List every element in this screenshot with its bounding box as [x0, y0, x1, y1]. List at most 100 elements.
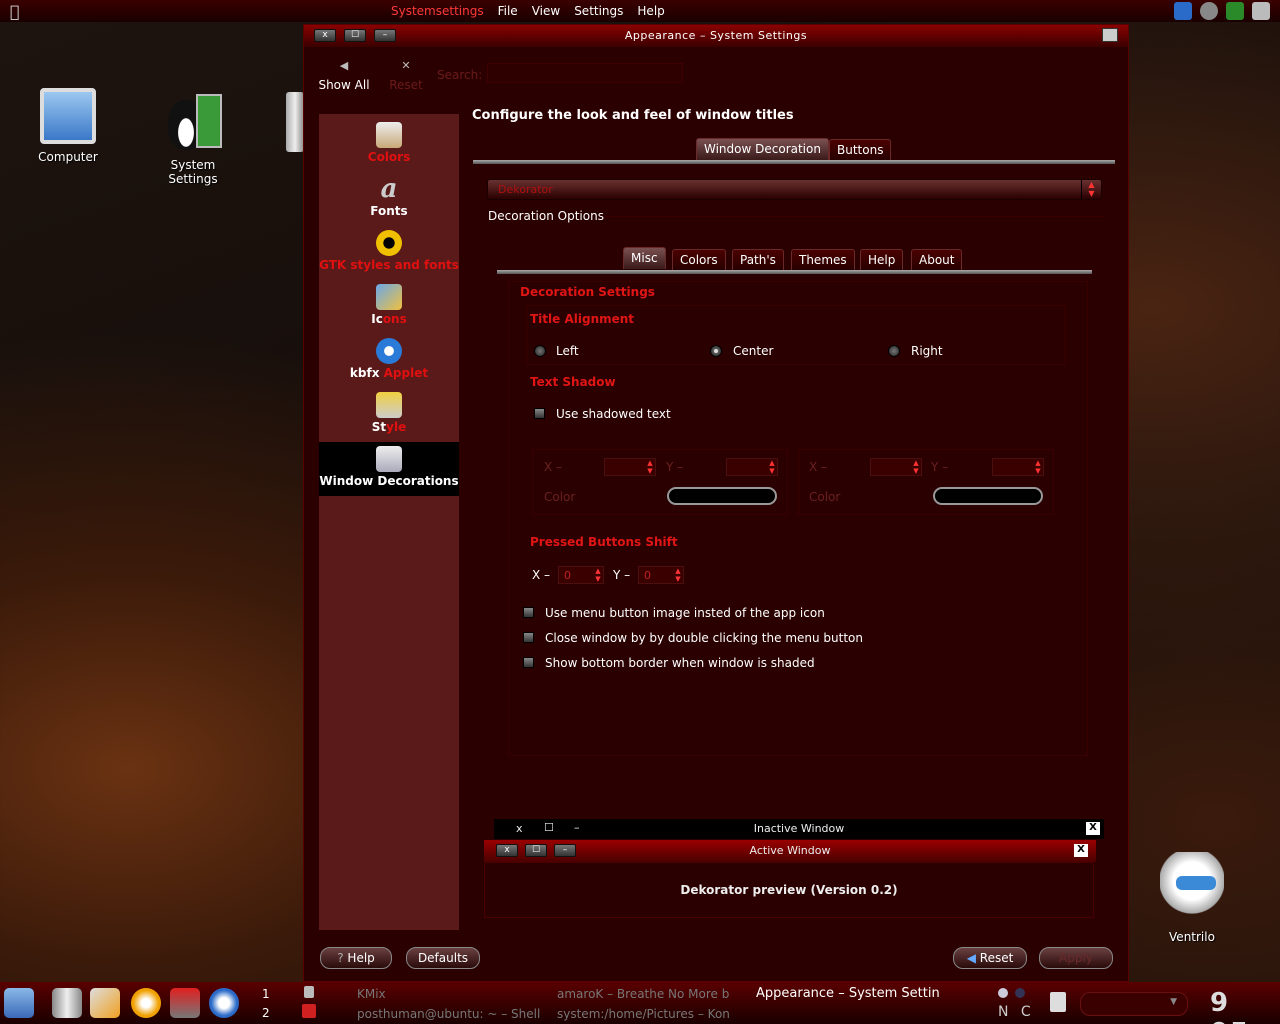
preview-active-window: x ☐ – Active Window X: [484, 840, 1096, 862]
desktop-2[interactable]: 2: [262, 1006, 270, 1020]
logout-icon[interactable]: [302, 1004, 316, 1018]
kbfx-gear-icon: [376, 338, 402, 364]
preview-active-close-icon: X: [1074, 844, 1088, 857]
desktop-icon-system-settings[interactable]: System Settings: [146, 90, 240, 186]
network-icon[interactable]: [1174, 2, 1192, 20]
desktop-icon-computer[interactable]: Computer: [28, 88, 108, 164]
option-menu-image-checkbox[interactable]: [523, 607, 534, 618]
help-button[interactable]: ? Help: [320, 947, 392, 969]
sidebar-label: Style: [319, 420, 459, 434]
subtab-paths[interactable]: Path's: [732, 249, 784, 271]
subtab-colors[interactable]: Colors: [672, 249, 726, 271]
subtab-about[interactable]: About: [911, 249, 963, 271]
tab-divider: [473, 160, 1115, 164]
lock-icon[interactable]: [304, 986, 314, 998]
konqueror-icon[interactable]: [209, 988, 239, 1018]
spinner-arrows-icon: ▲ ▼: [769, 459, 775, 475]
sidebar-label-a: St: [371, 420, 387, 434]
pressed-x-spin[interactable]: 0 ▲ ▼: [558, 566, 604, 584]
apply-button[interactable]: Apply: [1039, 947, 1113, 969]
menu-file[interactable]: File: [498, 4, 518, 18]
task-amarok[interactable]: amaroK – Breathe No More b: [557, 987, 729, 1001]
title-alignment-label: Title Alignment: [530, 312, 635, 326]
menu-app[interactable]: Systemsettings: [391, 4, 484, 18]
option-double-click-checkbox[interactable]: [523, 632, 534, 643]
show-all-button[interactable]: ◀ Show All: [318, 59, 370, 92]
trash-icon[interactable]: [286, 92, 304, 152]
help-icon: ?: [337, 951, 344, 965]
shadow-color2-button[interactable]: [933, 487, 1043, 505]
reset-toolbar-button[interactable]: ✕ Reset: [386, 59, 426, 92]
tab-window-decoration[interactable]: Window Decoration: [696, 138, 829, 160]
sidebar-label-b: Applet: [379, 366, 429, 380]
task-konqueror[interactable]: system:/home/Pictures – Kon: [557, 1007, 730, 1021]
subtab-help[interactable]: Help: [860, 249, 904, 271]
num-caps-indicator: N C: [998, 1004, 1035, 1020]
defaults-button[interactable]: Defaults: [406, 947, 480, 969]
menu-settings[interactable]: Settings: [574, 4, 623, 18]
radio-center[interactable]: [710, 345, 722, 357]
clipboard-icon[interactable]: [1050, 992, 1066, 1012]
kmenu-icon[interactable]: [4, 988, 34, 1018]
trash-icon[interactable]: [52, 988, 82, 1018]
titlebar[interactable]: x ☐ – Appearance – System Settings: [304, 25, 1128, 47]
apple-icon[interactable]: : [10, 2, 28, 21]
spinner-arrows-icon: ▲ ▼: [675, 567, 681, 583]
reset-button[interactable]: ◀ Reset: [953, 947, 1027, 969]
window-menu-icon[interactable]: [1102, 28, 1118, 42]
use-shadowed-checkbox[interactable]: [534, 408, 545, 419]
monitor-icon[interactable]: [1252, 2, 1270, 20]
decorator-value: Dekorator: [498, 183, 553, 196]
sidebar-item-window-decorations[interactable]: Window Decorations: [319, 442, 459, 496]
desktop-icon-label: System Settings: [168, 158, 218, 186]
joystick-icon[interactable]: [170, 988, 200, 1018]
page-heading: Configure the look and feel of window ti…: [472, 108, 794, 123]
shadow-y-spin[interactable]: ▲ ▼: [726, 458, 778, 476]
desktop-1[interactable]: 1: [262, 987, 270, 1001]
led-icon: [998, 988, 1008, 998]
sidebar-label: Colors: [367, 150, 411, 164]
sidebar-item-colors[interactable]: Colors: [319, 118, 459, 170]
taskbar-select[interactable]: ▼: [1080, 992, 1188, 1016]
gear-icon[interactable]: [1226, 2, 1244, 20]
radio-left[interactable]: [534, 345, 546, 357]
shadow-y2-spin[interactable]: ▲ ▼: [992, 458, 1044, 476]
preview-body: Dekorator preview (Version 0.2): [484, 862, 1094, 918]
option-bottom-border-checkbox[interactable]: [523, 657, 534, 668]
shadow-color-button[interactable]: [667, 487, 777, 505]
spinner-arrows-icon: ▲ ▼: [913, 459, 919, 475]
sidebar-item-style[interactable]: Style: [319, 388, 459, 440]
shadow-x-spin[interactable]: ▲ ▼: [604, 458, 656, 476]
preview-inactive-window: x ☐ – Inactive Window X: [494, 819, 1104, 839]
sidebar-item-icons[interactable]: Icons: [319, 280, 459, 332]
task-kmix[interactable]: KMix: [357, 987, 386, 1001]
subtab-themes[interactable]: Themes: [791, 249, 855, 271]
radio-right[interactable]: [888, 345, 900, 357]
pressed-y-spin[interactable]: 0 ▲ ▼: [638, 566, 684, 584]
shadow-x2-spin[interactable]: ▲ ▼: [870, 458, 922, 476]
sidebar-label-b: yle: [386, 420, 407, 434]
desktop-icon-ventrilo[interactable]: Ventrilo: [1150, 852, 1234, 944]
sidebar-item-gtk[interactable]: GTK styles and fonts: [319, 226, 459, 278]
sidebar-label: Fonts: [370, 204, 408, 218]
sidebar-label: kbfx Applet: [319, 366, 459, 380]
pressed-shift-label: Pressed Buttons Shift: [530, 535, 678, 549]
decorator-select[interactable]: Dekorator ▲ ▼: [487, 179, 1102, 200]
style-icon: [376, 392, 402, 418]
tools-icon[interactable]: [90, 988, 120, 1018]
sidebar-label: Window Decorations: [319, 474, 459, 488]
menu-help[interactable]: Help: [637, 4, 664, 18]
disk-icon[interactable]: [1200, 2, 1218, 20]
search-input[interactable]: [487, 63, 683, 83]
sidebar: Colors a Fonts GTK styles and fonts Icon…: [318, 113, 460, 931]
sidebar-item-kbfx[interactable]: kbfx Applet: [319, 334, 459, 386]
task-appearance[interactable]: Appearance – System Settin: [756, 986, 940, 1001]
task-shell[interactable]: posthuman@ubuntu: ~ – Shell: [357, 1007, 540, 1021]
subtab-misc[interactable]: Misc: [623, 247, 666, 269]
sidebar-item-fonts[interactable]: a Fonts: [319, 172, 459, 224]
sidebar-label-a: kbfx: [349, 366, 380, 380]
radio-center-label: Center: [733, 344, 774, 358]
amarok-icon[interactable]: [131, 988, 161, 1018]
menu-view[interactable]: View: [532, 4, 560, 18]
tab-buttons[interactable]: Buttons: [829, 139, 892, 161]
